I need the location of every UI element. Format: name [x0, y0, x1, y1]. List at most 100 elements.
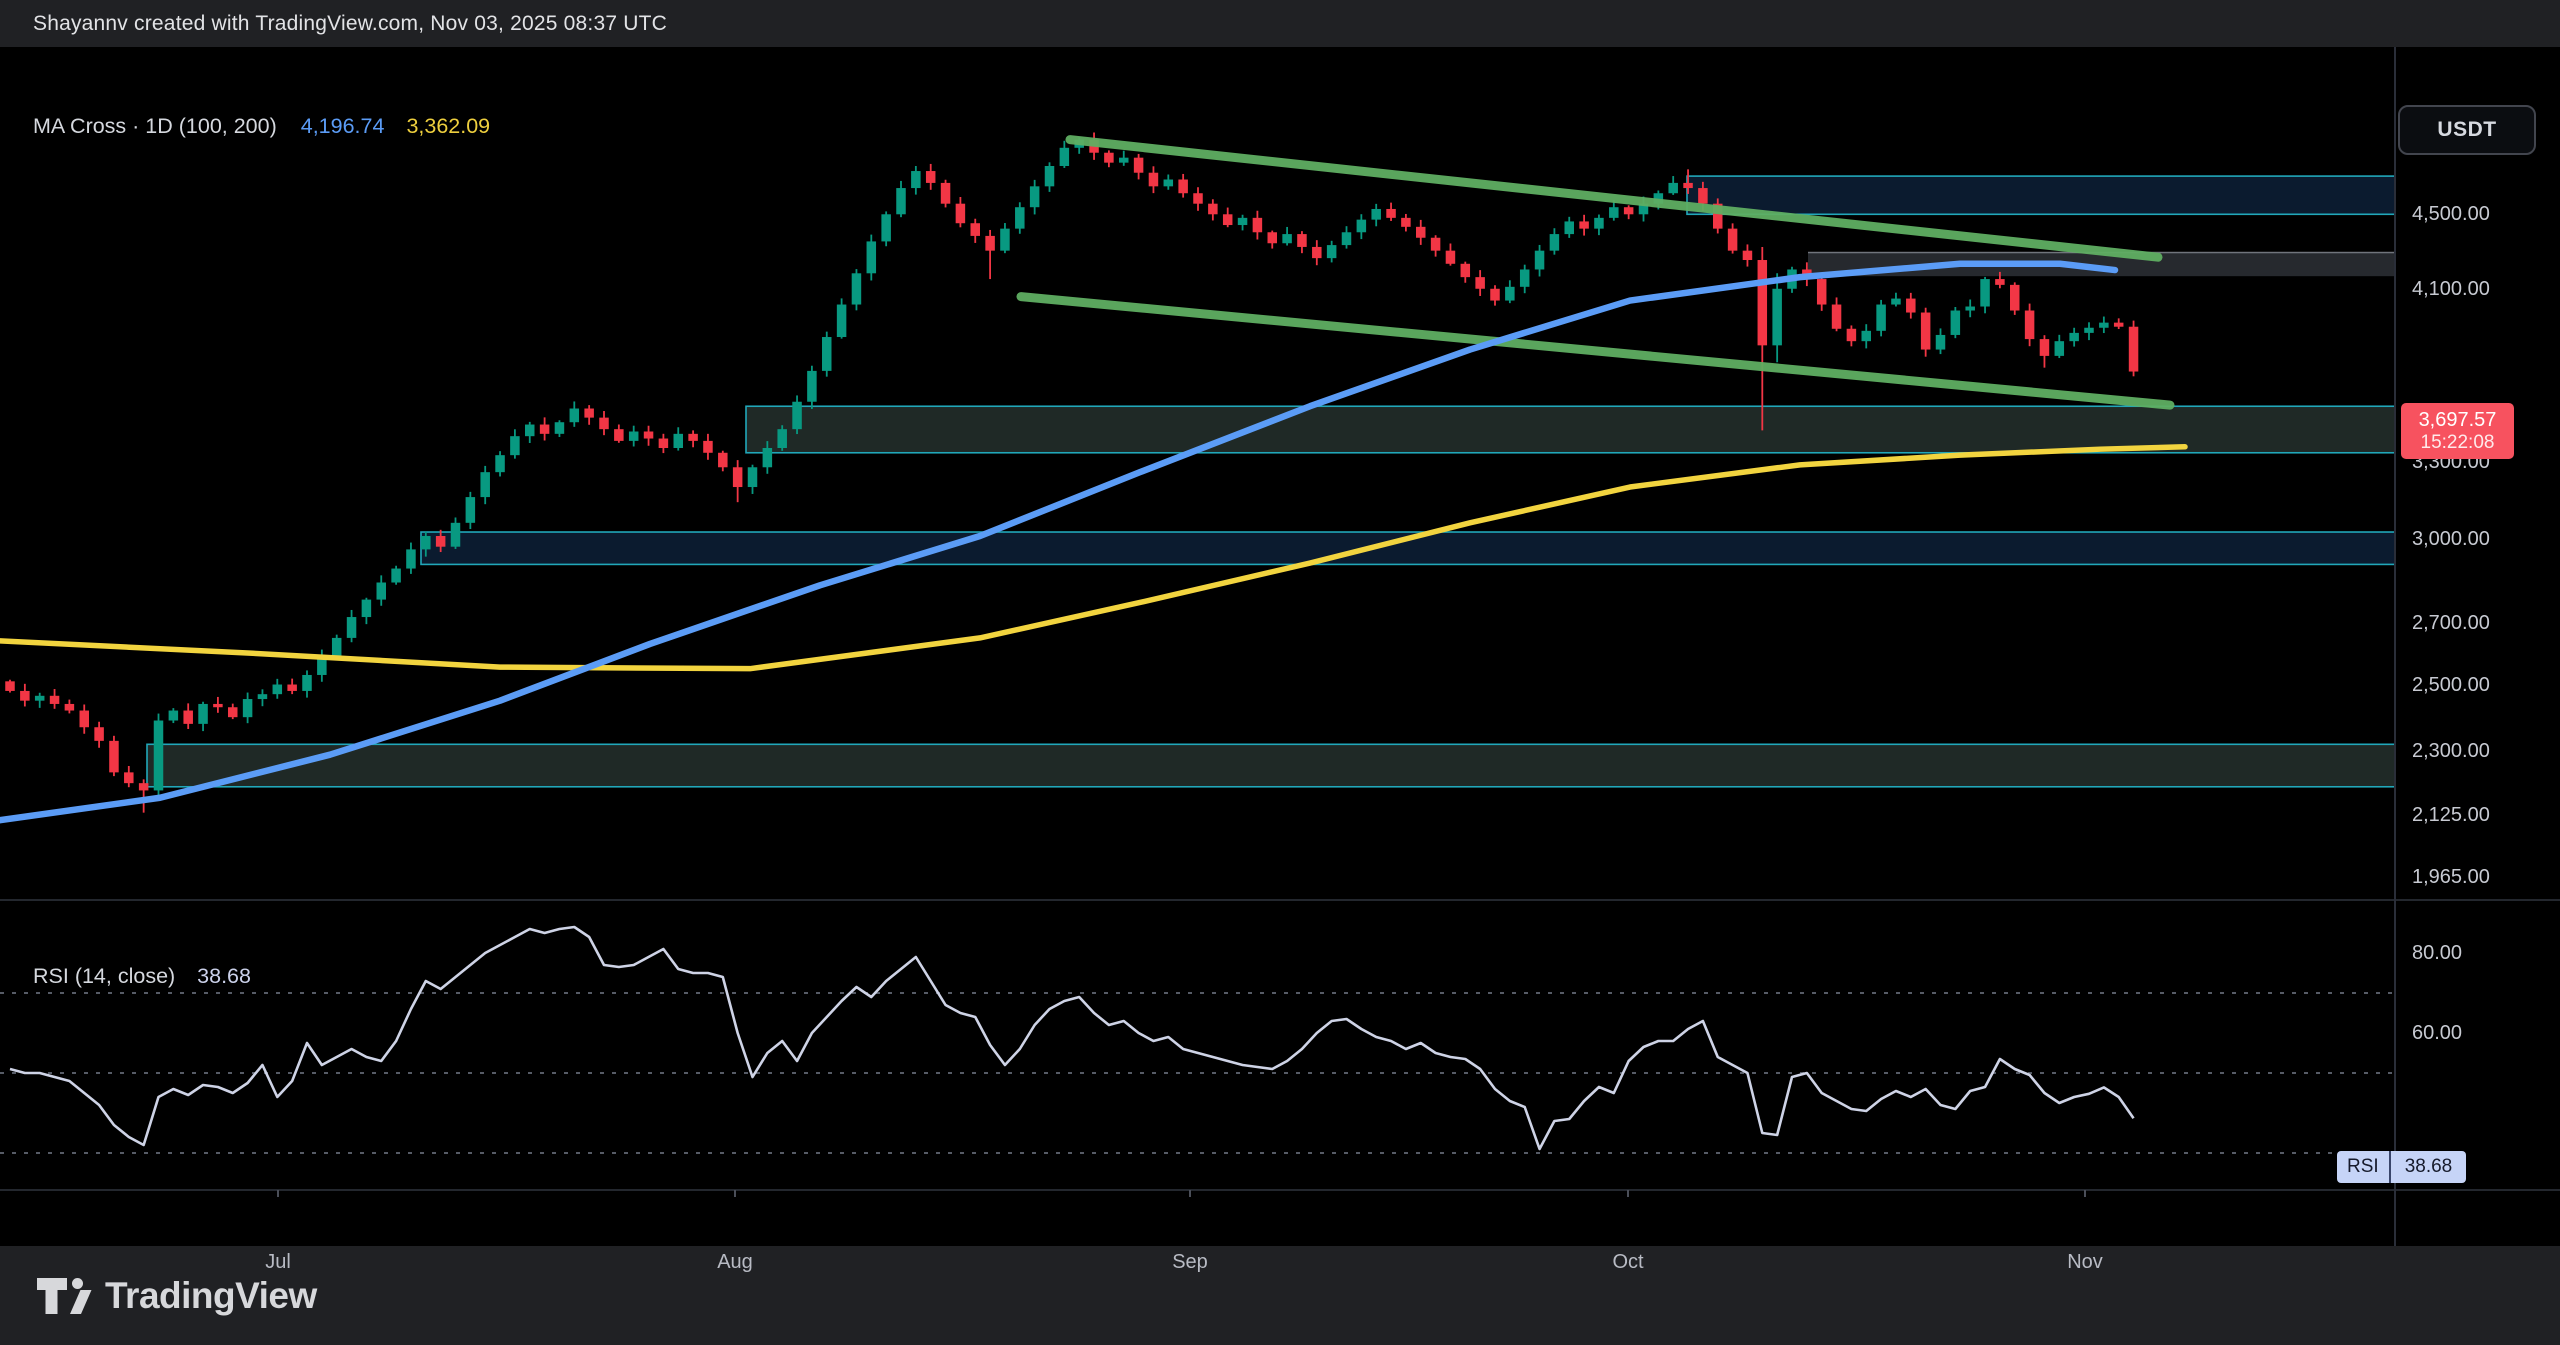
- price-rsi-chart[interactable]: [0, 47, 2560, 1246]
- tradingview-logo-icon: [36, 1276, 92, 1316]
- candle-body: [228, 707, 238, 717]
- candle-body: [154, 721, 164, 791]
- candle-body: [956, 204, 966, 224]
- candle-body: [169, 711, 179, 721]
- candle-body: [421, 536, 431, 549]
- candle-body: [50, 696, 60, 704]
- candle-body: [1431, 238, 1441, 251]
- time-axis-label: Oct: [1588, 1251, 1668, 1274]
- candle-body: [94, 727, 104, 741]
- time-axis-label: Nov: [2045, 1251, 2125, 1274]
- candle-body: [35, 696, 45, 701]
- candle-body: [406, 549, 416, 568]
- candle-body: [1401, 218, 1411, 227]
- candle-body: [1832, 305, 1842, 329]
- candle-body: [941, 183, 951, 204]
- candle-body: [1268, 232, 1278, 243]
- candle-body: [852, 273, 862, 304]
- candle-body: [391, 569, 401, 583]
- candle-body: [1312, 247, 1322, 258]
- footer-bar: TradingView: [0, 1246, 2560, 1345]
- candle-body: [243, 699, 253, 717]
- candle-body: [1698, 188, 1708, 204]
- indicator-legend[interactable]: MA Cross · 1D (100, 200) 4,196.74 3,362.…: [33, 114, 490, 139]
- candle-body: [1238, 218, 1248, 225]
- price-axis-label: 3,000.00: [2412, 528, 2490, 551]
- candle-body: [703, 441, 713, 453]
- candle-body: [540, 425, 550, 434]
- time-axis-label: Jul: [238, 1251, 318, 1274]
- candle-body: [659, 439, 669, 448]
- candle-body: [466, 497, 476, 523]
- candle-body: [837, 305, 847, 337]
- tradingview-logo[interactable]: TradingView: [36, 1275, 317, 1317]
- candle-body: [644, 432, 654, 439]
- candle-body: [525, 425, 535, 437]
- candle-body: [287, 685, 297, 691]
- price-axis-label: 2,500.00: [2412, 674, 2490, 697]
- candle-body: [1579, 221, 1589, 228]
- candle-body: [1164, 180, 1174, 187]
- candle-body: [629, 432, 639, 441]
- price-axis-label: 2,300.00: [2412, 740, 2490, 763]
- attribution-bar: Shayannv created with TradingView.com, N…: [0, 0, 2560, 47]
- rsi-legend-label: RSI (14, close): [33, 964, 175, 988]
- candle-body: [332, 638, 342, 656]
- candle-body: [2010, 285, 2020, 311]
- candle-body: [480, 472, 490, 497]
- candle-body: [792, 402, 802, 429]
- candle-body: [377, 583, 387, 600]
- candle-body: [258, 694, 268, 699]
- candle-body: [807, 371, 817, 402]
- candle-body: [1906, 299, 1916, 313]
- candle-body: [183, 711, 193, 724]
- candle-body: [570, 409, 580, 423]
- candle-body: [1446, 251, 1456, 264]
- candle-body: [1980, 279, 1990, 306]
- candle-body: [1743, 251, 1753, 260]
- candle-body: [495, 455, 505, 472]
- candle-body: [688, 434, 698, 441]
- candle-body: [1119, 158, 1129, 163]
- rsi-line: [10, 927, 2134, 1149]
- candle-body: [1951, 311, 1961, 335]
- resistance-zone-4200: [1808, 253, 2395, 277]
- candle-body: [599, 418, 609, 430]
- candle-body: [867, 241, 877, 273]
- candle-body: [2069, 333, 2079, 341]
- candle-body: [1045, 166, 1055, 186]
- currency-toggle-button[interactable]: USDT: [2398, 105, 2536, 155]
- candle-body: [1015, 207, 1025, 228]
- rsi-axis-label: 80.00: [2412, 942, 2462, 965]
- candle-body: [1594, 218, 1604, 229]
- candle-body: [881, 214, 891, 241]
- candle-body: [733, 467, 743, 487]
- chart-area[interactable]: MA Cross · 1D (100, 200) 4,196.74 3,362.…: [0, 47, 2560, 1246]
- candle-body: [1178, 180, 1188, 194]
- candle-body: [1876, 305, 1886, 331]
- candle-body: [1683, 183, 1693, 188]
- attribution-text: Shayannv created with TradingView.com, N…: [33, 12, 667, 36]
- candle-body: [1624, 207, 1634, 214]
- candle-body: [109, 741, 119, 773]
- candle-body: [1223, 214, 1233, 225]
- price-axis-label: 4,500.00: [2412, 203, 2490, 226]
- candle-body: [1000, 229, 1010, 251]
- tradingview-wordmark: TradingView: [105, 1275, 317, 1317]
- candle-body: [1297, 234, 1307, 247]
- candle-body: [1891, 299, 1901, 305]
- candle-body: [718, 453, 728, 468]
- candle-body: [1550, 234, 1560, 251]
- candle-body: [139, 783, 149, 790]
- candle-body: [1772, 289, 1782, 346]
- candle-body: [1505, 287, 1515, 301]
- rsi-badge-label: RSI: [2337, 1151, 2391, 1183]
- candle-body: [555, 422, 565, 434]
- candlestick-series: [5, 132, 2138, 812]
- candle-body: [510, 436, 520, 455]
- rsi-value-badge: RSI 38.68: [2337, 1151, 2466, 1183]
- rsi-legend[interactable]: RSI (14, close) 38.68: [33, 964, 251, 989]
- candle-body: [1936, 335, 1946, 350]
- candle-body: [748, 467, 758, 487]
- candle-body: [1030, 186, 1040, 207]
